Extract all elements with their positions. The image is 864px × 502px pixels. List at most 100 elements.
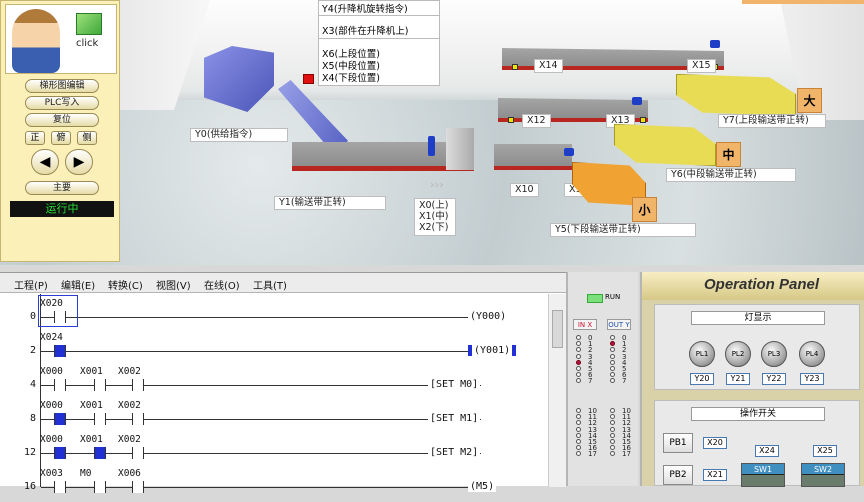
pb2-button[interactable]: PB2 (663, 465, 693, 485)
contact-symbol[interactable] (94, 413, 106, 425)
lamp-pl1: PL1 (689, 341, 715, 367)
label-y6: Y6(中段输送带正转) (666, 168, 796, 182)
size-tag-large: 大 (797, 88, 822, 113)
contact-symbol[interactable] (54, 447, 66, 459)
input-led (576, 420, 581, 426)
ladder-rung[interactable]: 2 X024 (Y001) (0, 332, 548, 366)
control-panel: click 梯形图编辑 PLC写入 复位 正 俯 侧 ◀ ▶ 主要 运行中 (0, 0, 120, 262)
menu-project[interactable]: 工程(P) (14, 277, 48, 292)
rotate-left-button[interactable]: ◀ (31, 149, 59, 175)
menu-tools[interactable]: 工具(T) (253, 277, 287, 292)
rung-wire (41, 453, 481, 454)
label-x2: X2(下) (419, 222, 449, 233)
sw2-switch[interactable]: SW2 (801, 463, 845, 487)
contact-symbol[interactable] (54, 379, 66, 391)
rung-wire (41, 385, 481, 386)
output-header: OUT Y (607, 319, 631, 330)
ladder-rung[interactable]: 0 X020 (Y000) (0, 298, 548, 332)
contact-name: X000 (40, 366, 63, 377)
coil-bracket: ) (504, 345, 511, 356)
ladder-rung[interactable]: 4 X000 X001 X002 [SET M0] (0, 366, 548, 400)
operation-panel: Operation Panel 灯显示 PL1 PL2 PL3 PL4 Y20 … (640, 272, 864, 487)
sw2-addr: X25 (813, 445, 837, 457)
pb2-addr: X21 (703, 469, 727, 481)
output-led (610, 408, 615, 413)
view-side-button[interactable]: 侧 (77, 131, 97, 145)
contact-symbol[interactable] (132, 379, 144, 391)
lamp-addr-y23: Y23 (800, 373, 824, 385)
plc-write-button[interactable]: PLC写入 (25, 96, 99, 110)
contact-name: X024 (40, 332, 63, 343)
book-icon[interactable] (76, 13, 102, 35)
contact-symbol[interactable] (132, 481, 144, 493)
input-led (576, 414, 581, 420)
output-led (610, 359, 615, 365)
input-led (576, 451, 581, 457)
output-led (610, 366, 615, 371)
contact-symbol[interactable] (54, 481, 66, 493)
input-led (576, 378, 581, 384)
ladder-rung[interactable]: 16 X003 M0 X006 (M5) (0, 468, 548, 502)
menu-edit[interactable]: 编辑(E) (61, 277, 95, 292)
click-label[interactable]: click (76, 38, 98, 49)
x3-indicator (303, 74, 314, 84)
view-top-button[interactable]: 俯 (51, 131, 71, 145)
output-led (610, 347, 615, 353)
contact-symbol[interactable] (132, 413, 144, 425)
rung-step-number: 0 (29, 311, 36, 322)
contact-symbol[interactable] (94, 447, 106, 459)
output-instruction[interactable]: (M5) (468, 481, 497, 492)
rung-step-number: 8 (29, 413, 36, 424)
main-button[interactable]: 主要 (25, 181, 99, 195)
rung-step-number: 16 (23, 481, 36, 492)
output-instruction[interactable]: [SET M0] (428, 379, 481, 390)
label-y4: Y4(升降机旋转指令) (322, 4, 408, 15)
ladder-edit-button[interactable]: 梯形图编辑 (25, 79, 99, 93)
output-instruction[interactable]: [SET M1] (428, 413, 481, 424)
output-instruction[interactable]: [SET M2] (428, 447, 481, 458)
size-tag-small: 小 (632, 197, 657, 222)
input-header: IN X (573, 319, 597, 330)
ladder-editor: 工程(P) 编辑(E) 转换(C) 视图(V) 在线(O) 工具(T) 0 X02… (0, 272, 566, 493)
view-front-button[interactable]: 正 (25, 131, 45, 145)
contact-name: X002 (118, 366, 141, 377)
contact-name: X002 (118, 434, 141, 445)
input-led (576, 341, 581, 347)
sw1-switch[interactable]: SW1 (741, 463, 785, 487)
menu-view[interactable]: 视图(V) (156, 277, 191, 292)
lift-position-labels: X0(上) X1(中) X2(下) (414, 198, 456, 236)
upper-pusher-sensor (710, 40, 720, 48)
contact-symbol[interactable] (94, 481, 106, 493)
output-number: 7 (622, 377, 627, 386)
lamp-section: 灯显示 PL1 PL2 PL3 PL4 Y20 Y21 Y22 Y23 (654, 304, 860, 390)
coil-name: Y001 (480, 345, 505, 356)
reset-button[interactable]: 复位 (25, 113, 99, 127)
coil-bracket: ] (472, 379, 479, 390)
output-instruction[interactable]: (Y000) (468, 311, 509, 322)
simulation-scene: Y4(升降机旋转指令) X3(部件在升降机上) X6(上段位置) X5(中段位置… (0, 0, 864, 265)
io-monitor: RUN IN X OUT Y 0 0 1 1 2 2 3 3 4 4 5 5 6 6 7 7 10 10 11 11 1… (566, 272, 638, 486)
output-number: 17 (622, 450, 631, 459)
contact-name: X001 (80, 434, 103, 445)
menu-online[interactable]: 在线(O) (204, 277, 240, 292)
sensor-x14 (512, 64, 518, 70)
label-x10: X10 (510, 183, 539, 197)
scroll-thumb[interactable] (552, 310, 563, 348)
output-led (610, 378, 615, 384)
pb1-button[interactable]: PB1 (663, 433, 693, 453)
label-y5: Y5(下段输送带正转) (550, 223, 696, 237)
ladder-rung[interactable]: 8 X000 X001 X002 [SET M1] (0, 400, 548, 434)
contact-symbol[interactable] (132, 447, 144, 459)
output-led (610, 353, 615, 359)
contact-symbol[interactable] (54, 413, 66, 425)
rotate-right-button[interactable]: ▶ (65, 149, 93, 175)
coil-active[interactable]: (Y001) (468, 345, 517, 356)
vertical-scrollbar[interactable] (548, 294, 566, 487)
coil-bracket: ] (472, 413, 479, 424)
ladder-rung[interactable]: 12 X000 X001 X002 [SET M2] (0, 434, 548, 468)
coil-bracket: ] (472, 447, 479, 458)
output-led (610, 432, 615, 438)
contact-symbol[interactable] (94, 379, 106, 391)
menu-convert[interactable]: 转换(C) (108, 277, 143, 292)
contact-symbol[interactable] (54, 345, 66, 357)
